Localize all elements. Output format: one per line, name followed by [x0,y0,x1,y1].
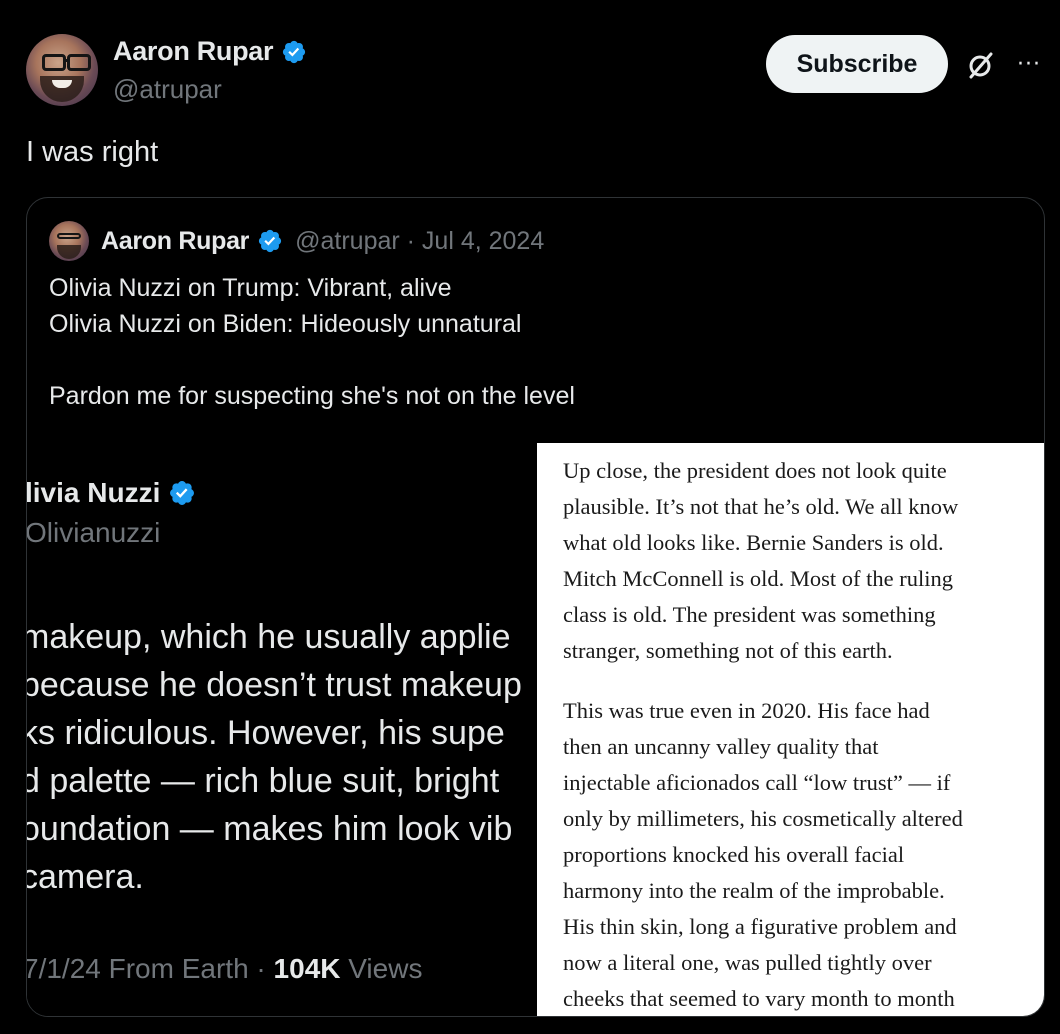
media-left-views-count: 104K [273,953,341,984]
verified-badge-icon [170,481,195,505]
author-name-row: Aaron Rupar [113,36,307,67]
media-left-line: oundation — makes him look vib [27,810,513,848]
article-line: now a literal one, was pulled tightly ov… [563,950,932,975]
media-left-handle: Olivianuzzi [27,517,161,548]
article-excerpt: Up close, the president does not look qu… [563,453,1033,1016]
quoted-line: Pardon me for suspecting she's not on th… [49,382,575,410]
media-left-line: d palette — rich blue suit, bright [27,762,500,800]
media-left-name-row: livia Nuzzi [27,477,196,509]
media-screenshot-left[interactable]: livia Nuzzi Olivianuzzi makeup, which he… [27,443,537,1016]
article-line: This was true even in 2020. His face had [563,698,930,723]
quoted-line-blank [49,342,1009,378]
quoted-author-name[interactable]: Aaron Rupar [101,227,249,256]
post-text: I was right [26,136,159,168]
media-left-line: ks ridiculous. However, his supe [27,714,505,752]
quoted-line: Olivia Nuzzi on Biden: Hideously unnatur… [49,310,522,338]
media-left-line: makeup, which he usually applie [27,618,511,656]
article-line: harmony into the realm of the improbable… [563,878,945,903]
article-line: Mitch McConnell is old. Most of the ruli… [563,566,953,591]
media-left-views-label: Views [340,953,423,984]
article-line: only by millimeters, his cosmetically al… [563,806,963,831]
article-paragraph: Up close, the president does not look qu… [563,453,1033,669]
avatar[interactable] [26,34,98,106]
article-line: His thin skin, long a figurative problem… [563,914,957,939]
article-line: stranger, something not of this earth. [563,638,893,663]
verified-badge-icon [259,229,282,253]
media-left-date: 7/1/24 From Earth · [27,953,274,984]
media-left-name: livia Nuzzi [27,477,161,508]
article-line: proportions knocked his overall facial [563,842,905,867]
article-line: injectable aficionados call “low trust” … [563,770,951,795]
article-line: class is old. The president was somethin… [563,602,936,627]
media-left-footer: 7/1/24 From Earth · 104K Views [27,953,422,985]
media-screenshot-right[interactable]: Up close, the president does not look qu… [537,443,1044,1016]
post-header: Aaron Rupar @atrupar Subscribe ··· [26,34,1040,108]
media-left-line: camera. [27,858,144,896]
quoted-post[interactable]: Aaron Rupar @atrupar · Jul 4, 2024 Olivi… [26,197,1045,1017]
quoted-post-text: Olivia Nuzzi on Trump: Vibrant, alive Ol… [49,270,1009,414]
media-left-text: makeup, which he usually applie because … [27,613,522,901]
quoted-avatar[interactable] [49,221,89,261]
quoted-line: Olivia Nuzzi on Trump: Vibrant, alive [49,274,452,302]
author-handle[interactable]: @atrupar [113,74,222,105]
media-left-line: because he doesn’t trust makeup [27,666,522,704]
verified-badge-icon [283,40,306,63]
article-line: plausible. It’s not that he’s old. We al… [563,494,959,519]
more-icon[interactable]: ··· [1014,50,1044,80]
article-line: then an uncanny valley quality that [563,734,879,759]
article-line: cheeks that seemed to vary month to mont… [563,986,955,1011]
quoted-meta: @atrupar · Jul 4, 2024 [295,226,545,255]
quoted-media[interactable]: livia Nuzzi Olivianuzzi makeup, which he… [27,443,1044,1016]
article-line: Up close, the president does not look qu… [563,458,947,483]
author-name[interactable]: Aaron Rupar [113,36,274,67]
article-paragraph: This was true even in 2020. His face had… [563,693,1033,1016]
article-line: what old looks like. Bernie Sanders is o… [563,530,944,555]
subscribe-button[interactable]: Subscribe [766,35,948,93]
grok-icon[interactable] [966,50,996,80]
quoted-post-header: Aaron Rupar @atrupar · Jul 4, 2024 [49,220,544,262]
